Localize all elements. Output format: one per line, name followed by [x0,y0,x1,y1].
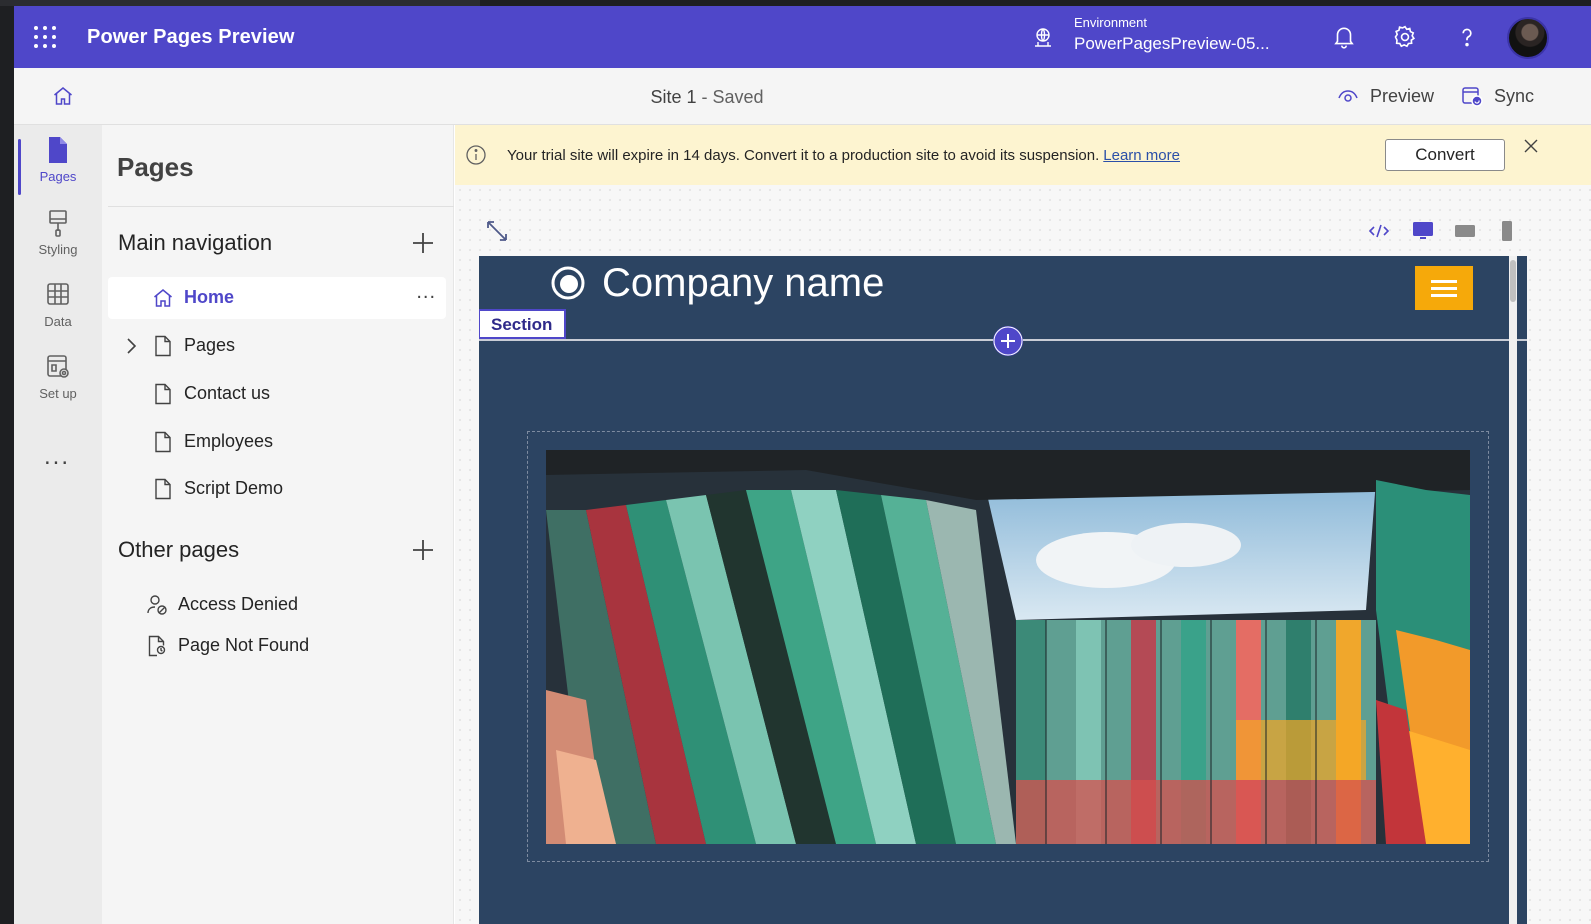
command-bar: Site 1 - Saved Preview Sync [14,68,1591,125]
expand-icon[interactable] [483,217,511,245]
environment-icon[interactable] [1031,26,1055,50]
page-icon [155,478,171,500]
environment-label: Environment [1074,15,1147,30]
desktop-view-icon[interactable] [1411,219,1435,243]
page-icon [155,335,171,357]
power-pages-window: Power Pages Preview Environment PowerPag… [14,6,1591,924]
rail-label-data: Data [44,314,72,329]
code-icon[interactable] [1367,219,1391,243]
nav-item-label: Contact us [184,383,271,403]
table-icon [47,283,69,305]
banner-text: Your trial site will expire in 14 days. … [507,147,1100,164]
left-rail: Pages Styling Data Set up ... [14,125,102,924]
nav-item-label: Script Demo [184,478,284,498]
nav-item-script-demo[interactable]: Script Demo [108,468,446,510]
paintbrush-icon [49,210,67,237]
home-icon [154,289,172,307]
page-icon [49,137,67,163]
sync-icon [1462,87,1483,107]
nav-item-label: Page Not Found [178,635,310,655]
learn-more-link[interactable]: Learn more [1103,147,1180,164]
company-name: Company name [602,261,885,305]
site-status: Site 1 - Saved [14,87,1400,108]
preview-button[interactable]: Preview [1336,84,1434,108]
help-question-icon[interactable] [1454,24,1480,50]
nav-item-label: Pages [184,335,236,355]
app-launcher-icon[interactable] [34,26,56,48]
more-options-icon[interactable]: ... [44,443,70,471]
settings-gear-icon[interactable] [1392,24,1418,50]
canvas-scrollbar[interactable] [1509,256,1517,924]
nav-item-access-denied[interactable]: Access Denied [108,584,446,626]
page-search-icon [148,635,166,657]
save-state: - Saved [696,87,764,107]
notification-bell-icon[interactable] [1331,24,1357,50]
app-title[interactable]: Power Pages Preview [87,26,295,49]
add-section-icon[interactable] [993,326,1023,356]
hamburger-menu-icon[interactable] [1415,266,1473,310]
info-icon [466,145,486,165]
nav-item-employees[interactable]: Employees [108,421,446,463]
top-header: Power Pages Preview Environment PowerPag… [14,6,1591,68]
close-icon[interactable] [1523,138,1539,154]
hero-image[interactable] [546,450,1470,844]
add-main-nav-page-icon[interactable] [410,230,436,256]
section-label[interactable]: Section [479,309,566,339]
rail-item-pages[interactable]: Pages [14,135,102,203]
site-name: Site 1 [650,87,697,107]
mobile-view-icon[interactable] [1495,219,1519,243]
sync-button[interactable]: Sync [1460,84,1534,108]
banner-message: Your trial site will expire in 14 days. … [507,147,1180,164]
person-blocked-icon [147,595,167,615]
preview-label: Preview [1370,85,1435,106]
nav-item-pages[interactable]: Pages [108,325,446,367]
trial-expiry-banner: Your trial site will expire in 14 days. … [455,125,1591,185]
page-icon [155,431,171,453]
panel-divider [108,206,454,207]
more-actions-icon[interactable]: ... [416,281,436,304]
view-toolbar [1355,215,1535,247]
page-icon [155,383,171,405]
rail-item-styling[interactable]: Styling [14,208,102,276]
convert-button[interactable]: Convert [1385,139,1505,171]
design-workspace: Your trial site will expire in 14 days. … [455,125,1591,924]
nav-item-label: Access Denied [178,594,299,614]
tablet-view-icon[interactable] [1453,219,1477,243]
sync-label: Sync [1494,85,1535,106]
other-pages-title: Other pages [118,537,240,562]
nav-item-label: Employees [184,431,274,451]
rail-item-setup[interactable]: Set up [14,352,102,420]
setup-icon [47,355,69,378]
user-avatar[interactable] [1507,17,1549,59]
nav-item-contact-us[interactable]: Contact us [108,373,446,415]
pages-panel: Pages Main navigation Home ... Pages Con… [102,125,454,924]
chevron-right-icon[interactable] [120,335,142,357]
rail-item-data[interactable]: Data [14,280,102,348]
company-logo-icon [551,266,585,300]
nav-item-page-not-found[interactable]: Page Not Found [108,625,446,667]
scrollbar-thumb[interactable] [1510,260,1516,302]
add-other-page-icon[interactable] [410,537,436,563]
panel-title: Pages [117,152,194,182]
environment-value[interactable]: PowerPagesPreview-05... [1074,34,1270,54]
eye-icon [1338,90,1358,102]
rail-label-setup: Set up [39,386,77,401]
main-navigation-title: Main navigation [118,230,273,255]
nav-item-label: Home [184,287,235,307]
rail-label-pages: Pages [39,169,77,184]
rail-label-styling: Styling [38,242,78,257]
site-preview-canvas: Company name Section [479,256,1527,924]
nav-item-home[interactable]: Home ... [108,277,446,319]
